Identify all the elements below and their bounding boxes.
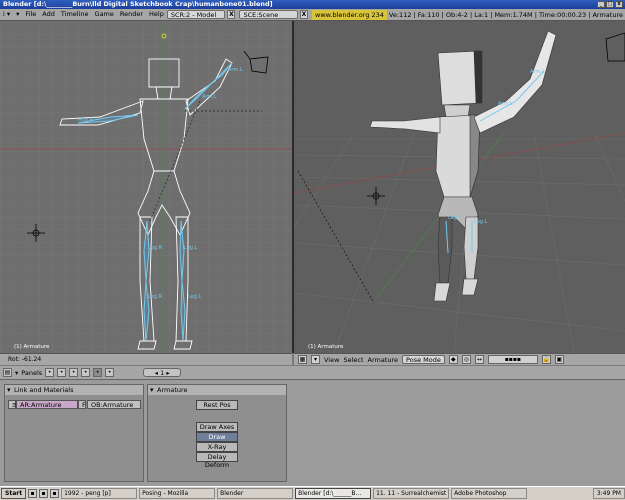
lamp-icon: [367, 187, 385, 205]
lock-icon[interactable]: 🔒: [541, 355, 551, 364]
maximize-button[interactable]: □: [606, 1, 614, 8]
buttons-header: ▤ ▾ Panels • • • • • • ◂ 1 ▸: [0, 366, 625, 380]
taskbar-item[interactable]: Adobe Photoshop: [451, 488, 528, 499]
bone-label: Leg.L: [188, 294, 202, 300]
viewport-front[interactable]: Arm.L Arm.L Arm.R Leg.R Leg.L Leg.R Leg.…: [0, 21, 292, 353]
bone-label: Leg.R: [448, 215, 463, 221]
xray-button[interactable]: X-Ray: [196, 442, 238, 452]
minimize-button[interactable]: _: [597, 1, 605, 8]
screen-selector[interactable]: SCR:2 - Model: [166, 10, 226, 19]
bone-label: Arm.L: [202, 94, 217, 100]
scene-tab-icon[interactable]: •: [105, 368, 115, 377]
mode-selector[interactable]: Pose Mode: [402, 355, 445, 364]
bone-label: Leg.L: [474, 219, 488, 225]
object-name-field[interactable]: OB:Armature: [87, 400, 141, 409]
render-icon[interactable]: ▣: [554, 355, 564, 364]
menu-add[interactable]: Add: [39, 10, 58, 19]
buttons-body: Link and Materials ≡ AR:Armature F OB:Ar…: [0, 380, 625, 486]
menu-view[interactable]: View: [324, 356, 339, 364]
link-materials-panel: Link and Materials ≡ AR:Armature F OB:Ar…: [4, 384, 144, 482]
windows-taskbar: Start ▪ ▪ ▪ 1992 - peng [p] Posing - Moz…: [0, 486, 625, 500]
armature-panel: Armature Rest Pos Draw Axes Draw Names X…: [147, 384, 287, 482]
taskbar-item[interactable]: Blender: [217, 488, 294, 499]
info-header: i ▾ ▾ File Add Timeline Game Render Help…: [0, 9, 625, 21]
draw-type-icon[interactable]: ◆: [448, 355, 458, 364]
browse-armature-icon[interactable]: ≡: [8, 400, 17, 409]
draw-names-button[interactable]: Draw Names: [196, 432, 238, 449]
rotation-readout: Rot: -61.24: [8, 356, 42, 363]
window-title-bar: Blender [d:\________Burn\lld Digital Ske…: [0, 0, 625, 9]
start-button[interactable]: Start: [1, 488, 27, 499]
window-type-icon[interactable]: ▦: [298, 355, 307, 364]
menu-help[interactable]: Help: [146, 10, 167, 19]
system-clock: 3:49 PM: [592, 488, 625, 499]
delete-screen-button[interactable]: X: [227, 10, 236, 19]
bone-label: Arm.L: [498, 101, 513, 107]
bone-label: Leg.R: [148, 294, 163, 300]
pivot-icon[interactable]: ◎: [461, 355, 471, 364]
window-title: Blender [d:\________Burn\lld Digital Ske…: [3, 0, 273, 8]
scene-stats: Ve:112 | Fa:110 | Ob:4-2 | La:1 | Mem:1.…: [388, 10, 623, 19]
taskbar-item[interactable]: 11. 11 - Surrealchemist - ...: [373, 488, 450, 499]
window-type-icon[interactable]: ▤: [3, 368, 12, 377]
view3d-header: ▦ ▾ View Select Armature Pose Mode ◆ ◎ ↔…: [294, 353, 625, 365]
layers-icon[interactable]: ▪▪▪▪: [487, 355, 538, 364]
menu-render[interactable]: Render: [117, 10, 146, 19]
shading-tab-icon[interactable]: •: [69, 368, 79, 377]
manipulator-icon[interactable]: ↔: [474, 355, 484, 364]
panels-menu[interactable]: Panels: [21, 369, 42, 377]
draw-axes-button[interactable]: Draw Axes: [196, 422, 238, 432]
rest-pos-button[interactable]: Rest Pos: [196, 400, 238, 410]
bone-label: Arm.L: [530, 69, 545, 75]
armature-panel-title[interactable]: Armature: [148, 385, 286, 395]
menu-file[interactable]: File: [22, 10, 39, 19]
viewport-perspective[interactable]: Arm.L Arm.L Leg.R Leg.L (1) Armature: [294, 21, 625, 353]
taskbar-item[interactable]: 1992 - peng [p]: [61, 488, 138, 499]
quicklaunch-icon[interactable]: ▪: [39, 489, 49, 498]
fake-user-button[interactable]: F: [78, 400, 86, 409]
viewport-perspective-canvas: Arm.L Arm.L Leg.R Leg.L: [294, 30, 625, 353]
blender-url[interactable]: www.blender.org 234: [312, 9, 387, 20]
collapse-menu-icon[interactable]: ▾: [15, 369, 18, 377]
menu-select[interactable]: Select: [343, 356, 363, 364]
collapse-menu-icon[interactable]: ▾: [311, 355, 320, 364]
link-materials-title[interactable]: Link and Materials: [5, 385, 143, 395]
script-tab-icon[interactable]: •: [57, 368, 67, 377]
window-controls: _ □ x: [597, 1, 623, 8]
menu-game[interactable]: Game: [92, 10, 117, 19]
delay-deform-button[interactable]: Delay Deform: [196, 452, 238, 469]
menu-armature[interactable]: Armature: [368, 356, 399, 364]
bone-label: Arm.R: [78, 117, 94, 123]
quicklaunch-icon[interactable]: ▪: [28, 489, 38, 498]
bone-label: Arm.L: [228, 67, 243, 73]
viewport-perspective-object-label: (1) Armature: [308, 344, 344, 350]
bone-label: Leg.R: [148, 245, 163, 251]
viewport-front-canvas: Arm.L Arm.L Arm.R Leg.R Leg.L Leg.R Leg.…: [0, 21, 292, 353]
info-window-type-icon[interactable]: i ▾: [0, 10, 13, 19]
taskbar-item[interactable]: Posing - Mozilla: [139, 488, 216, 499]
editing-tab-icon[interactable]: •: [93, 368, 103, 377]
taskbar-item[interactable]: Blender [d:\______B...: [295, 488, 372, 499]
bone-label: Leg.L: [184, 245, 198, 251]
collapse-menu-icon[interactable]: ▾: [13, 10, 22, 19]
quicklaunch-icon[interactable]: ▪: [50, 489, 60, 498]
viewport-front-status: Rot: -61.24: [0, 353, 292, 365]
scene-selector[interactable]: SCE:Scene: [239, 10, 298, 19]
menu-timeline[interactable]: Timeline: [58, 10, 92, 19]
frame-field[interactable]: ◂ 1 ▸: [143, 368, 182, 377]
close-window-button[interactable]: x: [615, 1, 623, 8]
camera-icon: [605, 32, 625, 62]
mesh-perspective: [369, 30, 557, 302]
logic-tab-icon[interactable]: •: [45, 368, 55, 377]
delete-scene-button[interactable]: X: [299, 10, 309, 19]
armature-name-field[interactable]: AR:Armature: [16, 400, 78, 409]
frame-value: 1: [160, 369, 165, 377]
viewport-front-object-label: (1) Armature: [14, 344, 50, 350]
object-tab-icon[interactable]: •: [81, 368, 91, 377]
